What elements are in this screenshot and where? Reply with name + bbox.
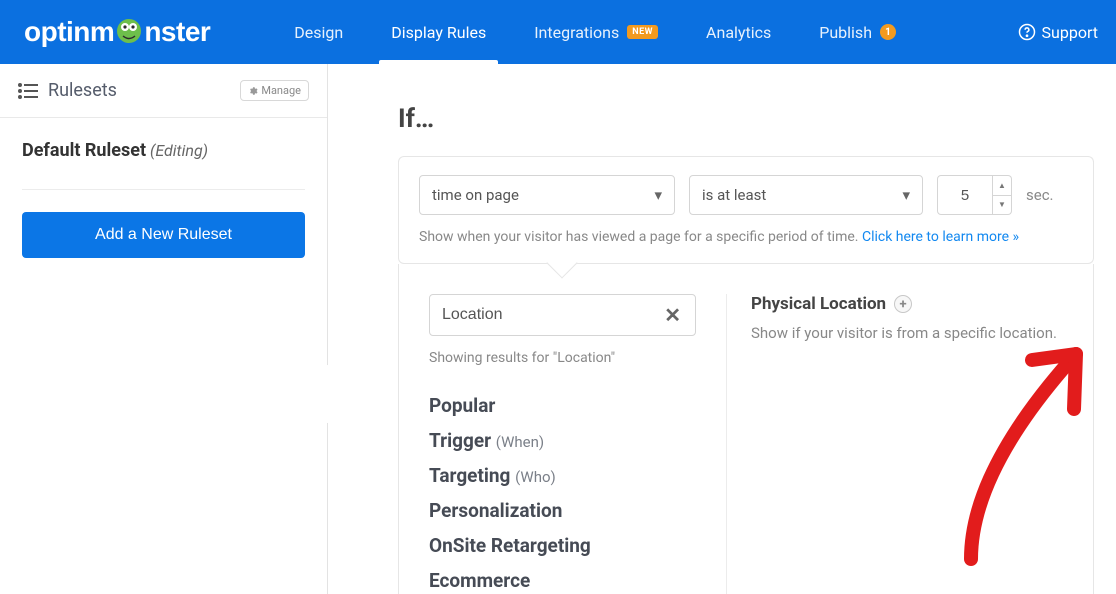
- rule-help-link[interactable]: Click here to learn more »: [862, 229, 1019, 245]
- if-heading: If…: [398, 104, 1116, 134]
- gear-icon: [248, 86, 258, 96]
- category-onsite-retargeting[interactable]: OnSite Retargeting: [429, 534, 696, 557]
- publish-count-badge: 1: [880, 24, 896, 40]
- value-spinner: ▲ ▼: [993, 175, 1012, 215]
- logo[interactable]: optinm nster: [24, 15, 210, 49]
- manage-label: Manage: [261, 84, 301, 97]
- new-badge: NEW: [627, 25, 658, 39]
- add-rule-button[interactable]: +: [894, 295, 912, 313]
- search-column: ✕ Showing results for "Location" Popular…: [399, 294, 727, 594]
- sidebar-title-text: Rulesets: [48, 80, 117, 101]
- nav-analytics[interactable]: Analytics: [682, 0, 795, 64]
- category-label: Personalization: [429, 499, 562, 522]
- rule-help: Show when your visitor has viewed a page…: [398, 223, 1094, 264]
- rule-help-text: Show when your visitor has viewed a page…: [419, 229, 862, 245]
- category-sub: (When): [496, 433, 544, 451]
- sidebar: Rulesets Manage Default Ruleset (Editing…: [0, 64, 328, 594]
- category-label: OnSite Retargeting: [429, 534, 591, 557]
- main-content: If… time on page ▾ is at least ▾ ▲ ▼ sec…: [328, 64, 1116, 594]
- add-ruleset-button[interactable]: Add a New Ruleset: [22, 212, 305, 258]
- support-link[interactable]: Support: [1018, 23, 1098, 42]
- nav-design[interactable]: Design: [270, 0, 367, 64]
- category-label: Popular: [429, 394, 495, 417]
- operator-select[interactable]: is at least ▾: [689, 175, 923, 215]
- clear-search-button[interactable]: ✕: [662, 303, 683, 327]
- value-unit: sec.: [1026, 186, 1054, 204]
- monster-icon: [114, 15, 144, 49]
- chevron-down-icon: ▾: [654, 186, 662, 204]
- support-label: Support: [1042, 23, 1098, 42]
- divider: [22, 189, 305, 190]
- category-trigger[interactable]: Trigger (When): [429, 429, 696, 452]
- category-sub: (Who): [515, 468, 556, 486]
- category-label: Trigger: [429, 429, 491, 452]
- rule-picker-panel: ✕ Showing results for "Location" Popular…: [398, 264, 1094, 594]
- sidebar-header: Rulesets Manage: [0, 64, 327, 118]
- manage-button[interactable]: Manage: [240, 80, 309, 101]
- category-label: Targeting: [429, 464, 510, 487]
- rule-row: time on page ▾ is at least ▾ ▲ ▼ sec.: [398, 156, 1094, 223]
- result-description: Show if your visitor is from a specific …: [751, 324, 1069, 342]
- search-input[interactable]: [442, 306, 662, 324]
- condition-select[interactable]: time on page ▾: [419, 175, 675, 215]
- search-box: ✕: [429, 294, 696, 336]
- sidebar-title: Rulesets: [18, 80, 117, 101]
- nav-integrations-label: Integrations: [534, 23, 619, 42]
- spinner-down[interactable]: ▼: [993, 196, 1011, 215]
- category-list: Popular Trigger (When) Targeting (Who) P…: [429, 394, 696, 592]
- nav-display-rules[interactable]: Display Rules: [367, 0, 510, 64]
- nav-publish-label: Publish: [819, 23, 872, 42]
- nav-publish[interactable]: Publish 1: [795, 0, 920, 64]
- category-ecommerce[interactable]: Ecommerce: [429, 569, 696, 592]
- ruleset-state: (Editing): [150, 141, 208, 160]
- category-label: Ecommerce: [429, 569, 530, 592]
- result-title: Physical Location: [751, 294, 886, 314]
- help-icon: [1018, 23, 1036, 41]
- result-title-row: Physical Location +: [751, 294, 1069, 314]
- spinner-up[interactable]: ▲: [993, 176, 1011, 196]
- logo-text-1: optinm: [24, 16, 114, 48]
- nav-integrations[interactable]: Integrations NEW: [510, 0, 682, 64]
- top-navbar: optinm nster Design Display Rules Integr…: [0, 0, 1116, 64]
- search-results-label: Showing results for "Location": [429, 350, 696, 366]
- rulesets-icon: [18, 83, 38, 99]
- logo-text-2: nster: [144, 16, 210, 48]
- value-input[interactable]: [937, 175, 993, 215]
- nav-items: Design Display Rules Integrations NEW An…: [270, 0, 920, 64]
- category-targeting[interactable]: Targeting (Who): [429, 464, 696, 487]
- category-personalization[interactable]: Personalization: [429, 499, 696, 522]
- condition-value: time on page: [432, 186, 519, 204]
- chevron-down-icon: ▾: [902, 186, 910, 204]
- ruleset-block[interactable]: Default Ruleset (Editing): [0, 118, 327, 189]
- value-input-wrap: ▲ ▼: [937, 175, 1012, 215]
- ruleset-name: Default Ruleset: [22, 140, 146, 161]
- operator-value: is at least: [702, 186, 766, 204]
- category-popular[interactable]: Popular: [429, 394, 696, 417]
- result-column: Physical Location + Show if your visitor…: [727, 294, 1093, 594]
